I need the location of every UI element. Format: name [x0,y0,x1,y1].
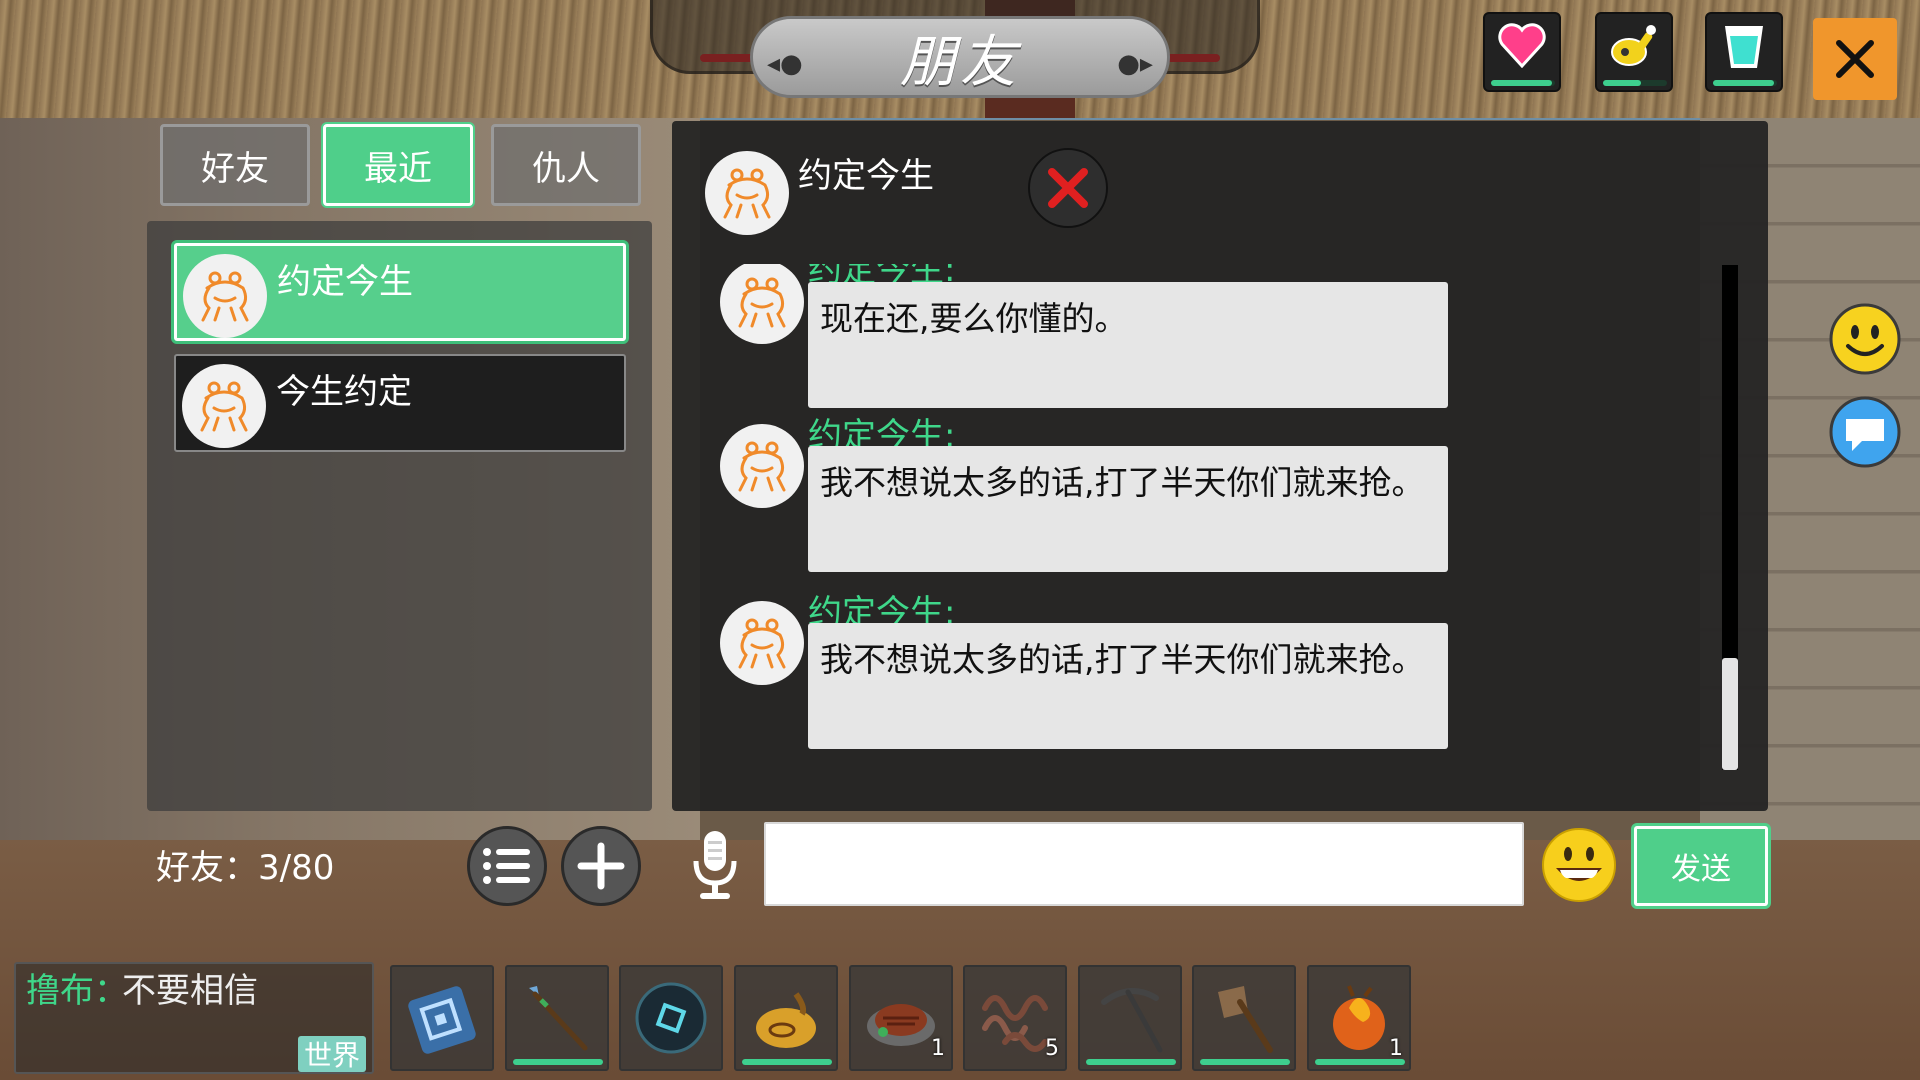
title-left-ornament: ◂● [767,49,803,79]
world-chat-message: 不要相信 [122,971,258,1011]
friend-name: 今生约定 [276,372,412,412]
hotbar-slot[interactable] [619,965,723,1071]
message-text: 我不想说太多的话,打了半天你们就来抢。 [820,463,1425,502]
chat-partner-avatar [705,151,789,235]
chat-message-input[interactable] [764,822,1524,906]
chat-message: 约定今生: 现在还,要么你懂的。 [700,264,1700,412]
tab-recent[interactable]: 最近 [323,124,473,206]
avatar [182,364,266,448]
fire-fruit-icon [1333,985,1385,1050]
tab-enemies[interactable]: 仇人 [491,124,641,206]
durability-bar [1086,1059,1176,1065]
message-bubble: 我不想说太多的话,打了半天你们就来抢。 [808,446,1448,572]
close-button[interactable] [1813,18,1897,100]
spellbook-icon [408,986,476,1054]
durability-bar [1315,1059,1405,1065]
item-count: 1 [931,1036,945,1061]
frog-avatar-icon [723,168,771,219]
hotbar-slot[interactable]: 1 [849,965,953,1071]
frog-avatar-icon [738,277,786,328]
message-bubble: 现在还,要么你懂的。 [808,282,1448,408]
durability-bar [742,1059,832,1065]
friend-count: 好友：3/80 [156,848,335,888]
worms-icon [982,995,1048,1052]
tab-label: 仇人 [532,148,600,189]
avatar [720,264,804,344]
item-count: 1 [1389,1036,1403,1061]
health-stat[interactable] [1483,12,1561,92]
friend-name: 约定今生 [277,262,413,302]
avatar [720,601,804,685]
page-title: 朋友 [900,29,1020,95]
message-text: 我不想说太多的话,打了半天你们就来抢。 [820,640,1425,679]
chat-partner-name: 约定今生 [798,156,934,196]
avatar [183,254,267,338]
axe-icon [1218,986,1273,1053]
hotbar-slot[interactable] [505,965,609,1071]
hotbar-slot[interactable]: 5 [963,965,1067,1071]
emoji-picker-button[interactable] [1540,826,1618,904]
close-icon [1836,40,1874,78]
voice-input-button[interactable] [685,825,745,905]
grinning-face-icon [1542,828,1616,902]
frog-avatar-icon [201,271,249,322]
frog-avatar-icon [200,381,248,432]
chat-scrollbar-thumb[interactable] [1722,658,1738,770]
microphone-icon [693,831,737,899]
hunger-stat[interactable] [1595,12,1673,92]
chat-toggle-button[interactable] [1828,395,1902,469]
hotbar-slot[interactable] [734,965,838,1071]
frog-avatar-icon [738,618,786,669]
item-count: 5 [1045,1036,1059,1061]
gourd-icon [756,992,816,1048]
send-button[interactable]: 发送 [1634,826,1768,906]
friend-list-menu-button[interactable] [467,826,547,906]
chat-message: 约定今生: 我不想说太多的话,打了半天你们就来抢。 [700,416,1700,594]
title-right-ornament: ●▸ [1117,49,1153,79]
frog-avatar-icon [738,441,786,492]
pickaxe-icon [1101,988,1163,1053]
friend-list-item[interactable]: 今生约定 [174,354,626,452]
health-bar [1491,80,1555,86]
tab-friends[interactable]: 好友 [160,124,310,206]
close-chat-button[interactable] [1028,148,1108,228]
durability-bar [513,1059,603,1065]
tab-label: 最近 [364,148,432,189]
title-banner: ◂● 朋友 ●▸ [750,16,1170,98]
world-channel-tag[interactable]: 世界 [298,1036,367,1072]
dark-orb-icon [635,982,707,1054]
hotbar-slot[interactable] [390,965,494,1071]
avatar [720,424,804,508]
thirst-bar [1713,80,1777,86]
send-button-label: 发送 [1671,852,1731,887]
add-friend-button[interactable] [561,826,641,906]
thirst-stat[interactable] [1705,12,1783,92]
message-text: 现在还,要么你懂的。 [820,299,1128,338]
list-icon [483,848,530,884]
world-channel-label: 世界 [304,1039,361,1072]
hunger-bar [1603,80,1667,86]
hotbar-slot[interactable] [1192,965,1296,1071]
chat-message-list[interactable]: 约定今生: 现在还,要么你懂的。 约定今生: 我不想说太多的话,打了半天你们就来… [700,264,1730,784]
steak-icon [867,1004,935,1046]
message-bubble: 我不想说太多的话,打了半天你们就来抢。 [808,623,1448,749]
friend-list-item[interactable]: 约定今生 [174,243,626,341]
cup-icon [1725,26,1763,68]
world-chat-sender: 撸布： [26,971,128,1011]
tab-label: 好友 [201,148,269,189]
chat-message: 约定今生: 我不想说太多的话,打了半天你们就来抢。 [700,593,1700,771]
drumstick-icon [1611,25,1656,66]
smiley-icon [1829,303,1901,375]
hotbar-slot[interactable]: 1 [1307,965,1411,1071]
durability-bar [1200,1059,1290,1065]
emote-button[interactable] [1828,302,1902,376]
hotbar-slot[interactable] [1078,965,1182,1071]
heart-icon [1498,23,1546,68]
red-x-icon [1048,168,1088,208]
speech-bubble-icon [1829,396,1901,468]
plus-icon [577,842,625,890]
spear-icon [529,986,588,1051]
